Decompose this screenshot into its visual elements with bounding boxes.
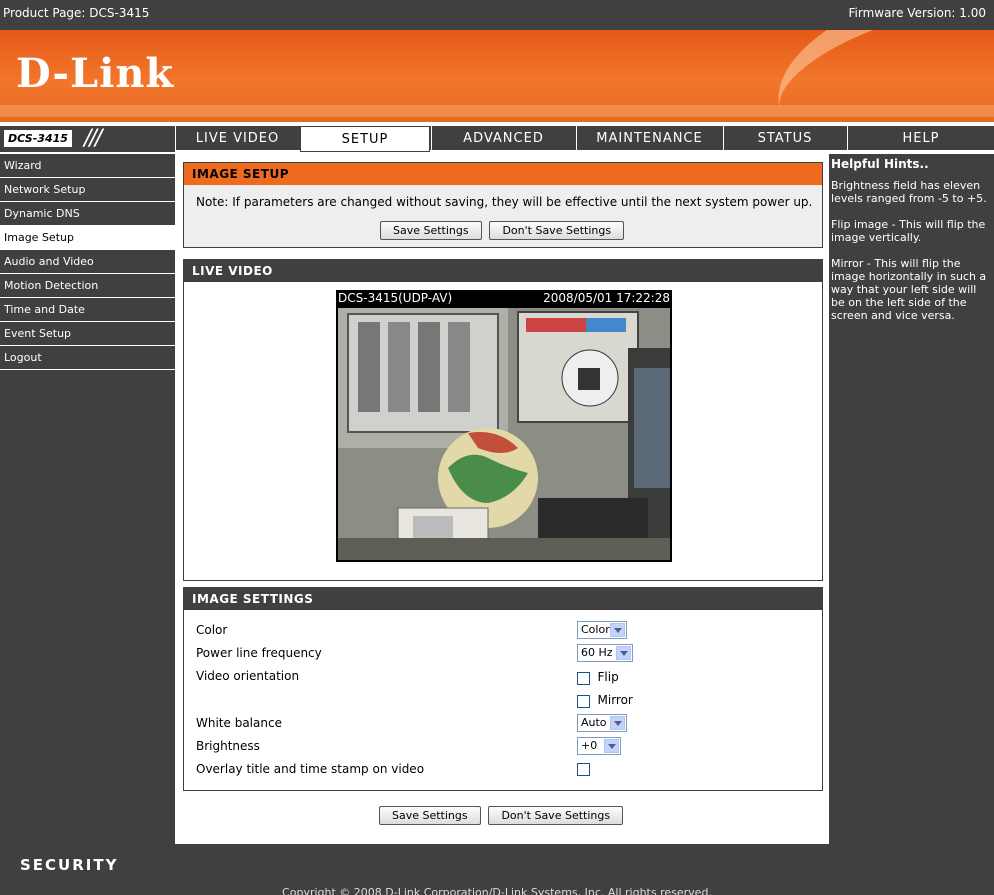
- overlay-row: [577, 762, 590, 776]
- brightness-select-wrap: +0: [577, 737, 621, 755]
- image-settings-title: IMAGE SETTINGS: [184, 588, 822, 610]
- image-setup-section: IMAGE SETUP Note: If parameters are chan…: [183, 162, 823, 248]
- brightness-select[interactable]: +0: [577, 737, 621, 755]
- sidebar: Wizard Network Setup Dynamic DNS Image S…: [0, 154, 175, 844]
- tab-help[interactable]: HELP: [847, 126, 994, 152]
- dont-save-settings-button-bottom[interactable]: Don't Save Settings: [488, 806, 624, 825]
- color-select-value: Color: [581, 623, 610, 636]
- sidebar-item-event-setup[interactable]: Event Setup: [0, 322, 175, 346]
- power-line-label: Power line frequency: [196, 646, 322, 660]
- unsaved-note: Note: If parameters are changed without …: [196, 195, 813, 209]
- color-label: Color: [196, 623, 228, 637]
- mirror-row: Mirror: [577, 693, 633, 708]
- dlink-logo: D-Link: [16, 50, 175, 97]
- security-brand: SECURITY: [20, 856, 119, 874]
- tab-status[interactable]: STATUS: [723, 126, 846, 152]
- bottom-button-row: Save Settings Don't Save Settings: [379, 806, 624, 825]
- top-button-row: Save Settings Don't Save Settings: [380, 221, 625, 240]
- hint-mirror: Mirror - This will flip the image horizo…: [831, 257, 987, 322]
- flip-checkbox[interactable]: [577, 671, 590, 685]
- model-slash-decoration: ///: [84, 126, 102, 151]
- sidebar-item-audio-and-video[interactable]: Audio and Video: [0, 250, 175, 274]
- color-select-wrap: Color: [577, 621, 627, 639]
- save-settings-button[interactable]: Save Settings: [380, 221, 482, 240]
- dont-save-settings-button[interactable]: Don't Save Settings: [489, 221, 625, 240]
- banner-swoosh: [758, 30, 994, 122]
- chevron-down-icon: [604, 739, 619, 753]
- white-balance-label: White balance: [196, 716, 282, 730]
- sidebar-item-image-setup[interactable]: Image Setup: [0, 226, 175, 250]
- power-line-select[interactable]: 60 Hz: [577, 644, 633, 662]
- video-timestamp: 2008/05/01 17:22:28: [543, 291, 670, 305]
- footer: SECURITY: [0, 844, 994, 886]
- overlay-label: Overlay title and time stamp on video: [196, 762, 425, 776]
- tab-setup[interactable]: SETUP: [300, 126, 430, 152]
- brightness-value: +0: [581, 739, 598, 752]
- video-scene: [338, 308, 670, 560]
- chevron-down-icon: [610, 623, 625, 637]
- video-orientation-label: Video orientation: [196, 669, 300, 683]
- tab-advanced[interactable]: ADVANCED: [431, 126, 575, 152]
- top-bar: Product Page: DCS-3415 Firmware Version:…: [0, 0, 994, 30]
- main-nav: DCS-3415 /// LIVE VIDEO SETUP ADVANCED M…: [0, 126, 994, 152]
- color-select[interactable]: Color: [577, 621, 627, 639]
- flip-label: Flip: [597, 670, 619, 684]
- hint-brightness: Brightness field has eleven levels range…: [831, 179, 987, 205]
- power-select-wrap: 60 Hz: [577, 644, 633, 662]
- chevron-down-icon: [610, 716, 625, 730]
- wb-select-wrap: Auto: [577, 714, 627, 732]
- video-player[interactable]: DCS-3415(UDP-AV) 2008/05/01 17:22:28: [336, 290, 672, 562]
- sidebar-item-wizard[interactable]: Wizard: [0, 154, 175, 178]
- live-video-image: [338, 308, 670, 560]
- sidebar-item-network-setup[interactable]: Network Setup: [0, 178, 175, 202]
- hints-title: Helpful Hints..: [831, 157, 929, 171]
- mirror-label: Mirror: [597, 693, 633, 707]
- flip-row: Flip: [577, 670, 619, 685]
- live-video-section: LIVE VIDEO DCS-3415(UDP-AV) 2008/05/01 1…: [183, 259, 823, 581]
- sidebar-item-time-and-date[interactable]: Time and Date: [0, 298, 175, 322]
- firmware-version: Firmware Version: 1.00: [848, 6, 986, 20]
- tab-maintenance[interactable]: MAINTENANCE: [576, 126, 722, 152]
- header-banner: D-Link: [0, 30, 994, 122]
- save-settings-button-bottom[interactable]: Save Settings: [379, 806, 481, 825]
- helpful-hints-panel: Helpful Hints.. Brightness field has ele…: [829, 154, 994, 844]
- overlay-checkbox[interactable]: [577, 762, 590, 776]
- hint-flip: Flip image - This will flip the image ve…: [831, 218, 986, 244]
- live-video-title: LIVE VIDEO: [184, 260, 822, 282]
- sidebar-item-dynamic-dns[interactable]: Dynamic DNS: [0, 202, 175, 226]
- camera-label: DCS-3415(UDP-AV): [338, 291, 453, 305]
- sidebar-item-logout[interactable]: Logout: [0, 346, 175, 370]
- white-balance-select[interactable]: Auto: [577, 714, 627, 732]
- product-page-label: Product Page: DCS-3415: [3, 6, 150, 20]
- mirror-checkbox[interactable]: [577, 694, 590, 708]
- power-line-value: 60 Hz: [581, 646, 613, 659]
- tab-live-video[interactable]: LIVE VIDEO: [175, 126, 299, 152]
- copyright: Copyright © 2008 D-Link Corporation/D-Li…: [0, 886, 994, 895]
- chevron-down-icon: [616, 646, 631, 660]
- model-box: DCS-3415 ///: [0, 126, 175, 152]
- image-settings-section: IMAGE SETTINGS Color Color Power line fr…: [183, 587, 823, 791]
- image-setup-title: IMAGE SETUP: [184, 163, 822, 185]
- model-label: DCS-3415: [4, 130, 72, 147]
- white-balance-value: Auto: [581, 716, 607, 729]
- brightness-label: Brightness: [196, 739, 260, 753]
- sidebar-item-motion-detection[interactable]: Motion Detection: [0, 274, 175, 298]
